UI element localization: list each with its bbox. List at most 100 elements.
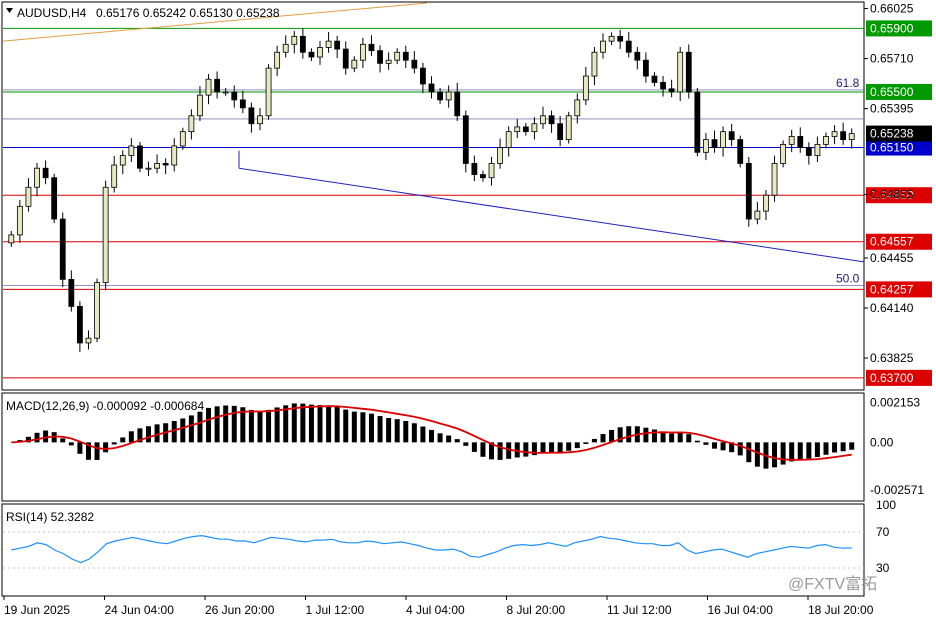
candle-body (197, 94, 203, 117)
candle[interactable] (780, 140, 787, 168)
candle-body (119, 155, 126, 166)
candle-body (402, 51, 409, 61)
candle-body (128, 145, 135, 156)
candle[interactable] (694, 87, 701, 157)
candle-body (231, 91, 238, 101)
candle-body (754, 210, 761, 220)
time-axis-label: 24 Jun 04:00 (105, 603, 175, 617)
candle-body (411, 59, 418, 69)
candle-body (291, 35, 298, 45)
candle[interactable] (265, 64, 272, 120)
time-axis-label: 19 Jun 2025 (4, 603, 70, 617)
candle[interactable] (745, 156, 752, 227)
level-price-label: 0.64557 (870, 235, 914, 249)
candle-body (488, 163, 495, 179)
candle[interactable] (102, 180, 109, 291)
candle-body (342, 48, 349, 69)
candle-body (728, 131, 735, 141)
fib-level-label: 50.0 (836, 271, 860, 285)
candle-body (462, 115, 469, 164)
symbol-label: AUDUSD,H4 (17, 6, 87, 20)
candle-body (257, 115, 263, 125)
candle-body (660, 82, 666, 90)
macd-axis-label: 0.002153 (870, 395, 920, 409)
candle-body (299, 35, 306, 53)
candle-body (359, 43, 366, 61)
candle-body (68, 278, 75, 307)
time-axis-label: 26 Jun 20:00 (205, 603, 275, 617)
candle-body (437, 91, 443, 101)
candle-body (737, 139, 744, 164)
candle-body (145, 167, 152, 170)
chart-canvas[interactable]: 0.659000.655000.651500.648500.645570.642… (0, 0, 936, 624)
candle-body (179, 131, 186, 147)
candle-body (634, 51, 641, 61)
candle[interactable] (737, 135, 744, 168)
price-axis-label: 0.64855 (870, 187, 914, 201)
candle-body (514, 126, 521, 133)
candle-body (694, 91, 701, 153)
candle-body (137, 145, 143, 169)
candle-body (274, 51, 281, 69)
candle-body (377, 50, 383, 64)
candle-body (282, 43, 289, 53)
level-price-label: 0.64257 (870, 282, 914, 296)
candle-body (59, 218, 66, 280)
candle-body (325, 40, 332, 48)
price-axis-label: 0.65710 (870, 52, 914, 66)
candle-body (711, 139, 718, 148)
candle[interactable] (51, 173, 58, 224)
candle-body (34, 167, 40, 188)
price-axis-label: 0.63825 (870, 351, 914, 365)
candle-body (42, 167, 49, 179)
candle-body (394, 51, 401, 61)
candle-body (428, 83, 435, 93)
candle-body (505, 131, 512, 148)
candle[interactable] (137, 141, 143, 173)
candle-body (188, 115, 195, 133)
candle-body (154, 163, 160, 169)
price-axis-label: 0.64140 (870, 301, 914, 315)
candle-body (805, 147, 812, 156)
candle-body (385, 59, 392, 64)
time-axis-label: 11 Jul 12:00 (607, 603, 672, 617)
candle-body (248, 107, 255, 125)
candle-body (540, 115, 546, 125)
candle-body (548, 115, 555, 125)
candle-body (205, 78, 212, 96)
time-axis-label: 4 Jul 04:00 (406, 603, 465, 617)
macd-axis-label: 0.00 (870, 435, 894, 449)
candle-body (16, 205, 23, 236)
candle-body (771, 163, 778, 196)
rsi-label: RSI(14) 52.3282 (6, 510, 94, 524)
candle-body (763, 194, 769, 212)
candle[interactable] (565, 111, 572, 144)
candle-body (497, 147, 504, 164)
candle-body (334, 40, 341, 50)
candle[interactable] (94, 278, 100, 343)
candle-body (214, 78, 221, 93)
candle[interactable] (685, 44, 692, 99)
watermark-text: @FXTV富拓 (788, 575, 877, 593)
candle-body (531, 123, 538, 133)
level-price-label: 0.63700 (870, 371, 914, 385)
candle-body (420, 67, 426, 85)
candle-body (823, 136, 829, 145)
candle[interactable] (59, 212, 66, 288)
candle-body (51, 177, 58, 220)
candle-body (651, 75, 658, 83)
macd-axis-label: -0.002571 (870, 483, 924, 497)
candle-body (522, 126, 529, 133)
candle-body (102, 186, 109, 283)
time-axis-label: 1 Jul 12:00 (306, 603, 365, 617)
candle-body (94, 282, 100, 339)
candle-body (720, 131, 726, 148)
candle-body (600, 40, 606, 53)
price-axis-label: 0.66025 (870, 2, 914, 16)
candle-body (840, 131, 847, 141)
candle-body (471, 163, 478, 175)
candle-body (582, 75, 589, 101)
candle-body (557, 123, 564, 141)
candle-body (76, 305, 83, 344)
candle[interactable] (462, 110, 469, 173)
